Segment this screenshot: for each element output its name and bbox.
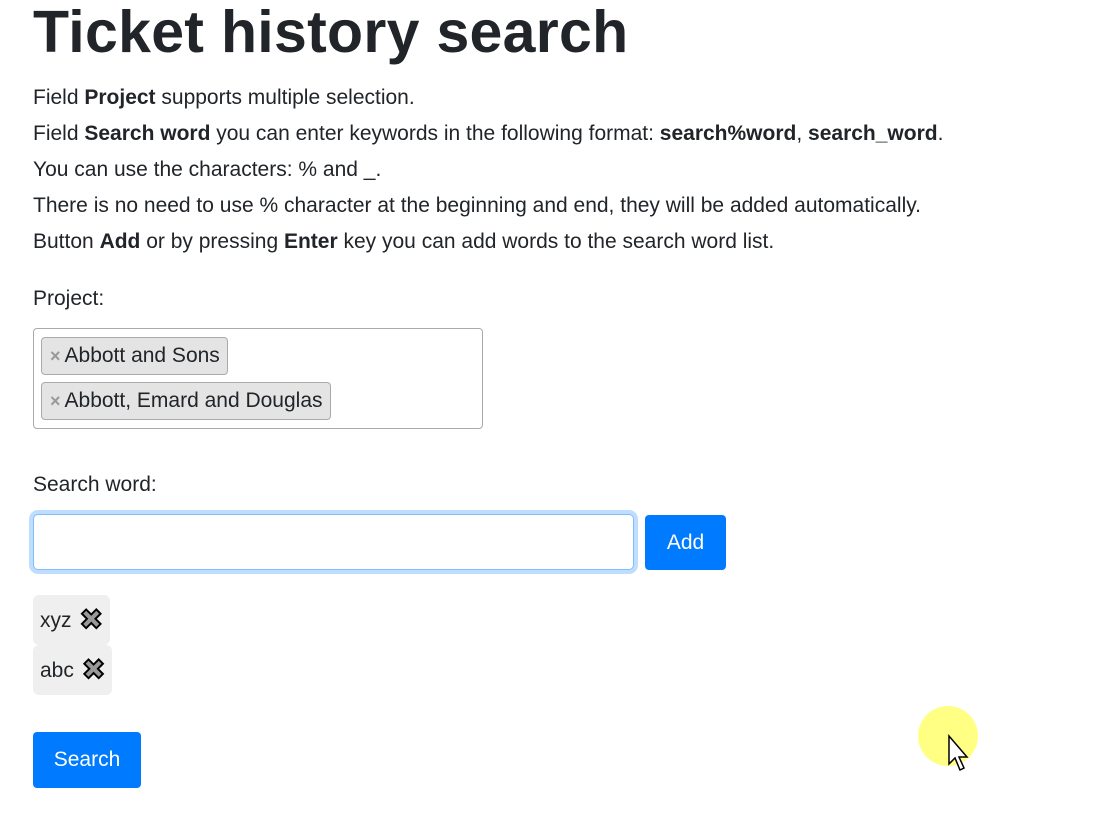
instruction-line: You can use the characters: % and _. <box>33 158 382 181</box>
remove-icon[interactable]: × <box>50 346 61 366</box>
project-multiselect[interactable]: × Abbott and Sons × Abbott, Emard and Doug… <box>33 328 483 429</box>
search-word-item: xyz ✖ <box>33 595 110 645</box>
project-chip: × Abbott, Emard and Douglas <box>41 382 331 420</box>
delete-icon[interactable]: ✖ <box>81 645 105 695</box>
instruction-line: There is no need to use % character at t… <box>33 194 922 217</box>
add-button[interactable]: Add <box>645 515 726 570</box>
page-title: Ticket history search <box>33 0 629 65</box>
instruction-line: Field Search word you can enter keywords… <box>33 122 944 145</box>
instruction-line: Field Project supports multiple selectio… <box>33 86 415 109</box>
search-button[interactable]: Search <box>33 732 141 788</box>
project-label: Project: <box>33 287 105 310</box>
instructions: Field Project supports multiple selectio… <box>33 80 943 260</box>
delete-icon[interactable]: ✖ <box>79 595 103 645</box>
search-word-item: abc ✖ <box>33 645 113 695</box>
remove-icon[interactable]: × <box>50 391 61 411</box>
search-word-label: Search word: <box>33 473 157 496</box>
project-chip: × Abbott and Sons <box>41 337 228 375</box>
instruction-line: Button Add or by pressing Enter key you … <box>33 230 775 253</box>
mouse-pointer-icon <box>948 734 969 772</box>
search-word-input[interactable] <box>33 514 634 570</box>
